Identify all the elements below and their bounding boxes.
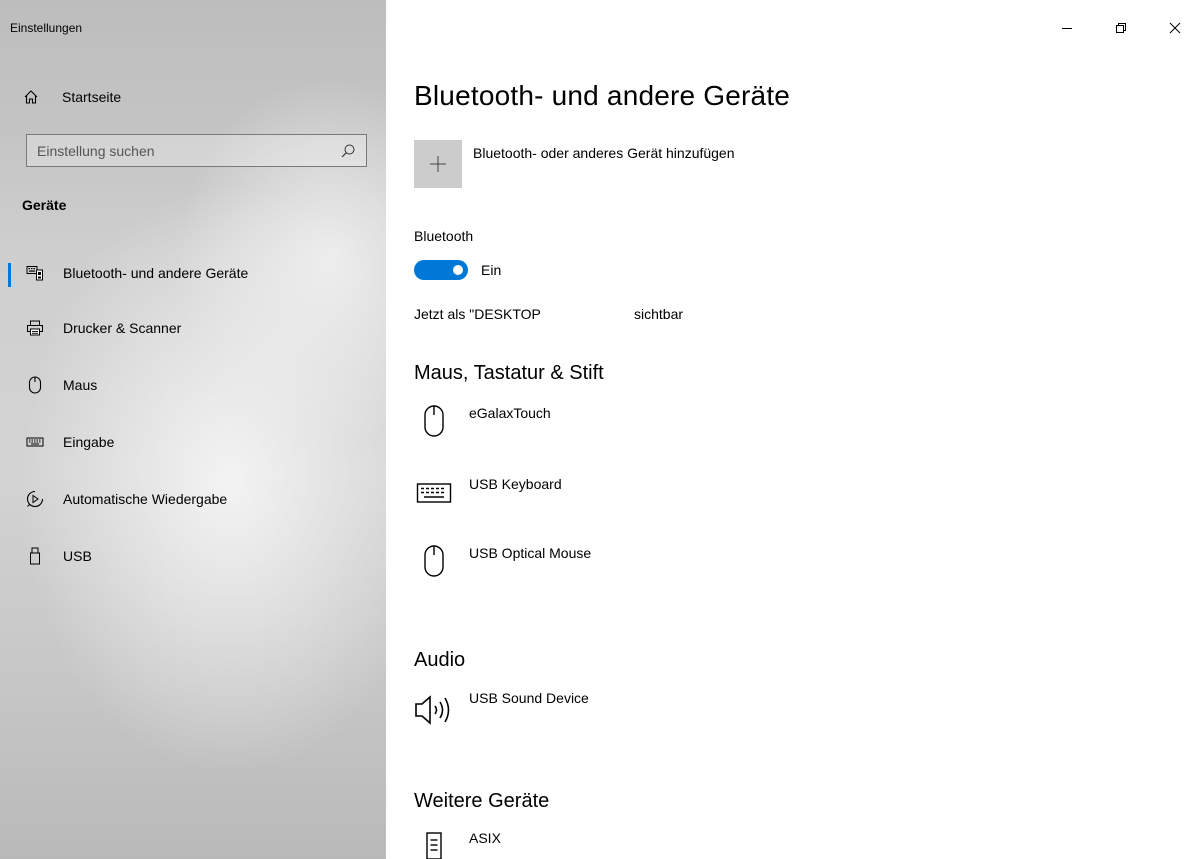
bluetooth-state: Ein <box>481 262 502 278</box>
home-link[interactable]: Startseite <box>22 86 121 108</box>
mouse-icon <box>414 544 454 584</box>
keyboard-icon <box>26 433 44 451</box>
sidebar: Einstellungen Startseite Geräte Bluetoot… <box>0 0 386 859</box>
sidebar-item-mouse[interactable]: Maus <box>0 356 386 413</box>
device-egalaxtouch[interactable]: eGalaxTouch <box>414 404 551 444</box>
sidebar-item-label: USB <box>63 547 92 564</box>
device-asix[interactable]: ASIX <box>414 829 501 859</box>
mouse-icon <box>26 375 44 394</box>
group-title-audio: Audio <box>414 649 466 671</box>
home-label: Startseite <box>62 89 122 105</box>
sidebar-item-bluetooth[interactable]: Bluetooth- und andere Geräte <box>0 247 386 299</box>
bluetooth-toggle[interactable] <box>414 260 468 280</box>
add-device-button[interactable] <box>414 140 462 188</box>
sidebar-item-label: Eingabe <box>63 433 115 450</box>
sidebar-item-autoplay[interactable]: Automatische Wiedergabe <box>0 470 386 527</box>
main-content: Bluetooth- und andere Geräte Bluetooth- … <box>414 0 1202 859</box>
toggle-knob <box>453 265 463 275</box>
usb-icon <box>26 547 44 565</box>
group-title-input: Maus, Tastatur & Stift <box>414 362 604 384</box>
sidebar-item-usb[interactable]: USB <box>0 527 386 584</box>
search-input[interactable] <box>37 142 327 159</box>
autoplay-icon <box>26 490 44 508</box>
device-name: USB Optical Mouse <box>469 545 592 561</box>
bluetooth-label: Bluetooth <box>414 228 474 244</box>
mouse-icon <box>414 404 454 444</box>
bluetooth-devices-icon <box>26 264 44 282</box>
home-icon <box>22 88 40 106</box>
visibility-text-prefix: Jetzt als "DESKTOP <box>414 306 541 322</box>
search-icon[interactable] <box>340 143 356 159</box>
sidebar-item-label: Maus <box>63 376 98 393</box>
keyboard-icon <box>414 475 454 515</box>
printer-icon <box>26 319 44 337</box>
device-usb-keyboard[interactable]: USB Keyboard <box>414 475 562 515</box>
sidebar-item-input[interactable]: Eingabe <box>0 413 386 470</box>
device-name: USB Sound Device <box>469 690 589 706</box>
sidebar-item-printers[interactable]: Drucker & Scanner <box>0 299 386 356</box>
device-name: USB Keyboard <box>469 476 562 492</box>
speaker-icon <box>414 689 454 729</box>
network-adapter-icon <box>414 829 454 859</box>
sidebar-item-label: Drucker & Scanner <box>63 319 182 336</box>
device-name: ASIX <box>469 830 501 846</box>
sidebar-nav: Bluetooth- und andere Geräte Drucker & S… <box>0 247 386 584</box>
plus-icon <box>430 156 446 172</box>
device-usb-optical-mouse[interactable]: USB Optical Mouse <box>414 544 591 584</box>
window-title: Einstellungen <box>10 21 83 35</box>
visibility-text-suffix: sichtbar <box>634 306 684 322</box>
search-box[interactable] <box>26 134 367 167</box>
page-title: Bluetooth- und andere Geräte <box>414 80 791 111</box>
section-title: Geräte <box>22 197 67 213</box>
device-name: eGalaxTouch <box>469 405 551 421</box>
group-title-other: Weitere Geräte <box>414 790 550 812</box>
add-device-label[interactable]: Bluetooth- oder anderes Gerät hinzufügen <box>473 145 735 161</box>
device-usb-sound[interactable]: USB Sound Device <box>414 689 589 729</box>
sidebar-item-label: Automatische Wiedergabe <box>63 490 228 507</box>
sidebar-item-label: Bluetooth- und andere Geräte <box>63 265 249 281</box>
